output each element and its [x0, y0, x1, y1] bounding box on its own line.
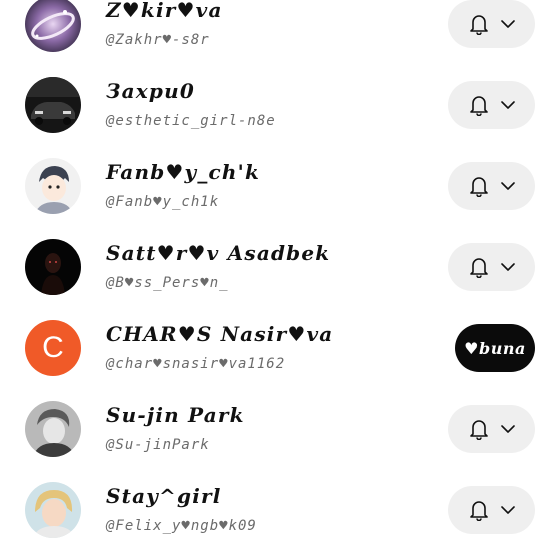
- notification-settings-button[interactable]: [448, 243, 535, 291]
- list-item[interactable]: Su-jin Park @Su-jinPark: [0, 389, 560, 470]
- chevron-down-icon: [500, 101, 515, 109]
- username: @Fanb♥y_ch1k: [106, 194, 220, 210]
- bell-icon: [469, 501, 488, 521]
- blonde-person-avatar-image: [25, 482, 81, 538]
- chevron-down-icon: [500, 182, 515, 190]
- display-name: Stay^girl: [106, 484, 222, 508]
- display-name: Зaxpи0: [106, 79, 195, 103]
- display-name: Z♥kir♥va: [106, 0, 223, 22]
- username: @B♥ss_Pers♥n_: [106, 275, 229, 291]
- avatar[interactable]: [25, 482, 81, 538]
- chevron-down-icon: [500, 425, 515, 433]
- display-name: Su-jin Park: [106, 403, 245, 427]
- notification-settings-button[interactable]: [448, 81, 535, 129]
- galaxy-avatar-image: [25, 0, 81, 52]
- dark-figure-avatar-image: [25, 239, 81, 295]
- username: @char♥snasir♥va1162: [106, 356, 286, 372]
- display-name: Satt♥r♥v Asadbek: [106, 241, 331, 265]
- list-item[interactable]: Зaxpи0 @esthetic_girl-n8e: [0, 65, 560, 146]
- avatar[interactable]: [25, 158, 81, 214]
- display-name: CHAR♥S Nasir♥va: [106, 322, 334, 346]
- avatar[interactable]: [25, 0, 81, 52]
- display-name: Fanb♥y_ch'k: [106, 160, 261, 184]
- avatar[interactable]: [25, 239, 81, 295]
- notification-settings-button[interactable]: [448, 0, 535, 48]
- avatar[interactable]: [25, 77, 81, 133]
- bell-icon: [469, 15, 488, 35]
- username: @Zakhr♥-s8r: [106, 32, 210, 48]
- bell-icon: [469, 96, 488, 116]
- list-item[interactable]: Satt♥r♥v Asadbek @B♥ss_Pers♥n_: [0, 227, 560, 308]
- username: @Felix_y♥ngb♥k09: [106, 518, 257, 534]
- following-list: Z♥kir♥va @Zakhr♥-s8r Зaxpи0 @esthetic_gi…: [0, 0, 560, 560]
- bell-icon: [469, 177, 488, 197]
- list-item[interactable]: Z♥kir♥va @Zakhr♥-s8r: [0, 0, 560, 65]
- notification-settings-button[interactable]: [448, 162, 535, 210]
- anime-avatar-image: [25, 158, 81, 214]
- bell-icon: [469, 258, 488, 278]
- chevron-down-icon: [500, 263, 515, 271]
- follow-back-button[interactable]: ♥buna: [455, 324, 535, 372]
- list-item[interactable]: Fanb♥y_ch'k @Fanb♥y_ch1k: [0, 146, 560, 227]
- chevron-down-icon: [500, 20, 515, 28]
- notification-settings-button[interactable]: [448, 486, 535, 534]
- notification-settings-button[interactable]: [448, 405, 535, 453]
- username: @Su-jinPark: [106, 437, 210, 453]
- chevron-down-icon: [500, 506, 515, 514]
- car-avatar-image: [25, 77, 81, 133]
- avatar[interactable]: C: [25, 320, 81, 376]
- list-item[interactable]: C CHAR♥S Nasir♥va @char♥snasir♥va1162 ♥b…: [0, 308, 560, 389]
- username: @esthetic_girl-n8e: [106, 113, 276, 129]
- avatar[interactable]: [25, 401, 81, 457]
- bell-icon: [469, 420, 488, 440]
- list-item[interactable]: Stay^girl @Felix_y♥ngb♥k09: [0, 470, 560, 551]
- person-avatar-image: [25, 401, 81, 457]
